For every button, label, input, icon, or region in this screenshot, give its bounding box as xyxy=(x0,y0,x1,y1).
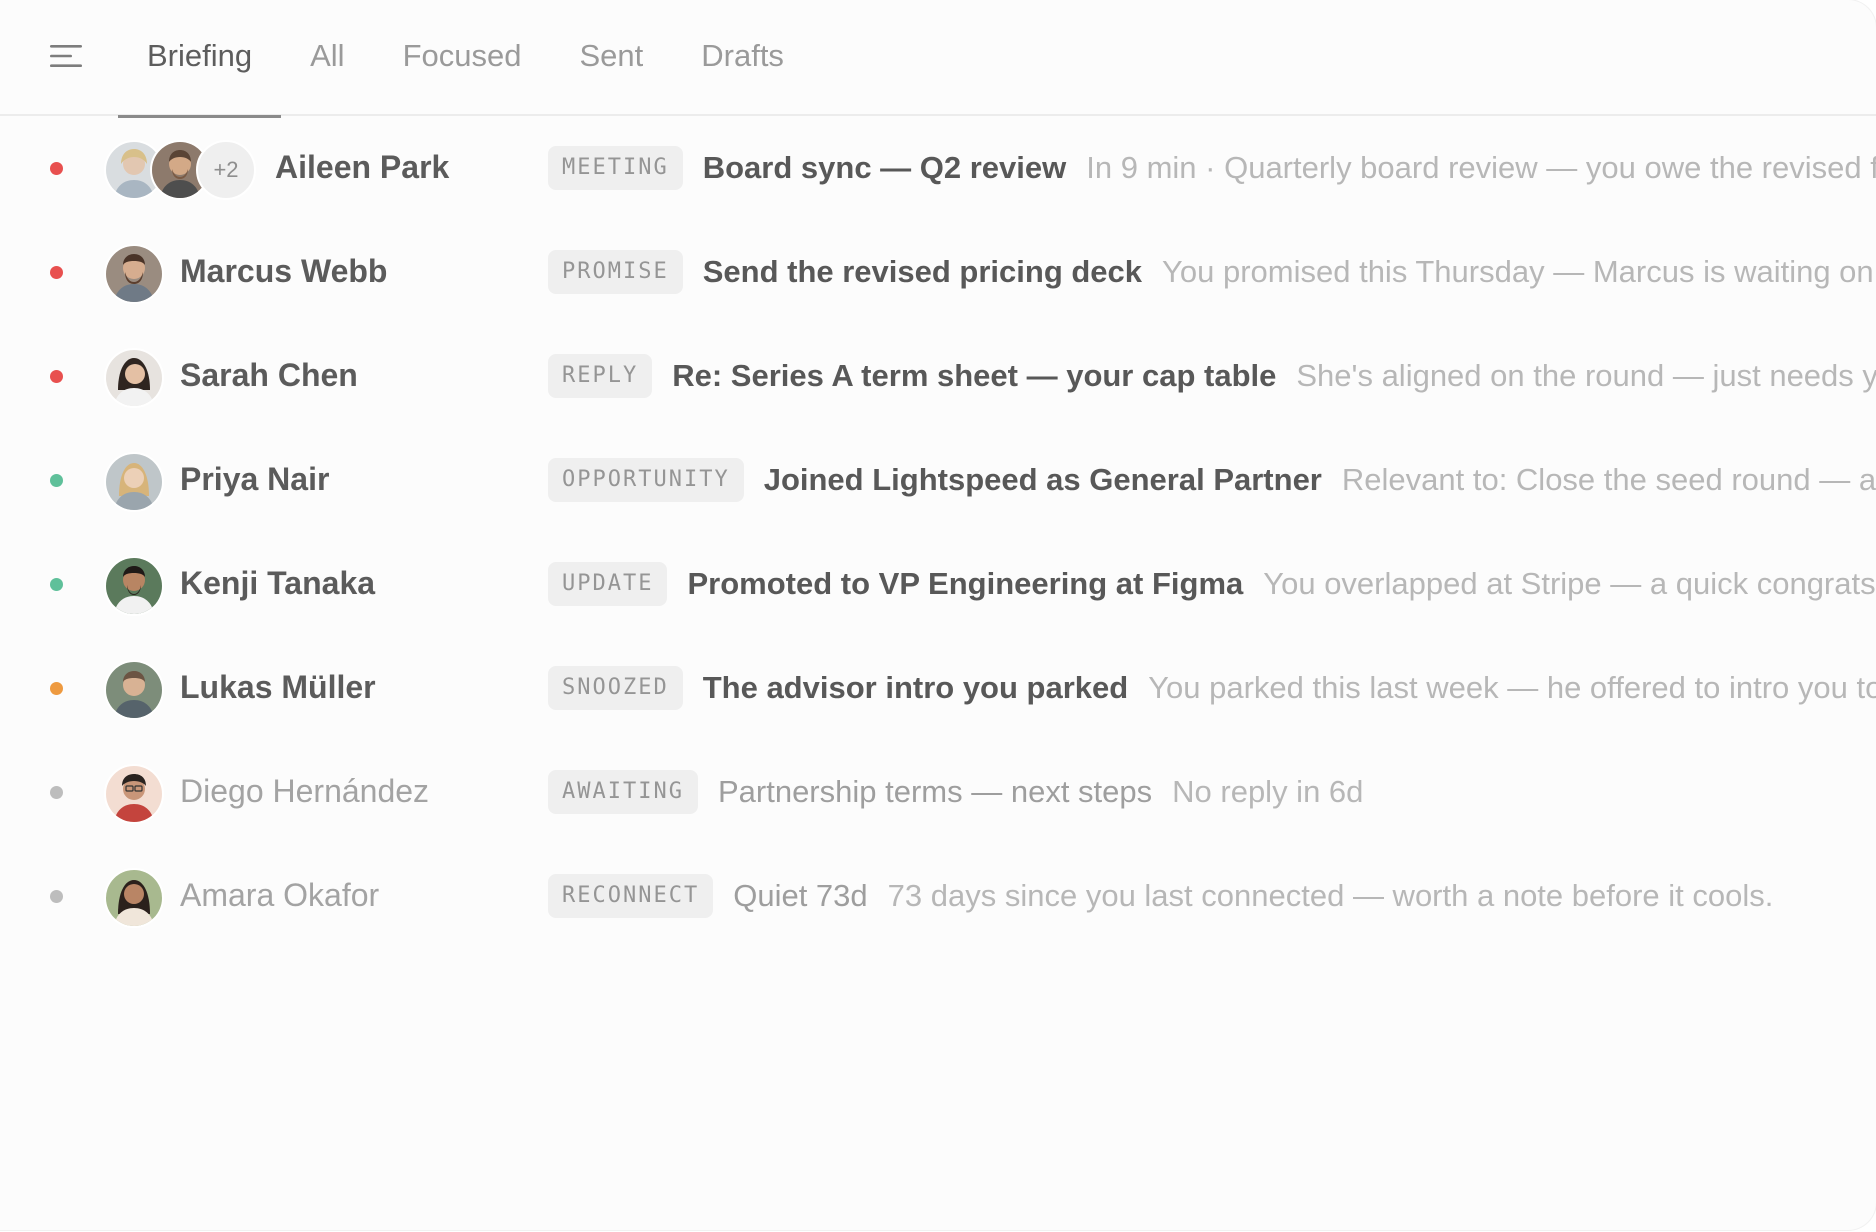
hamburger-menu-icon[interactable] xyxy=(48,42,84,70)
avatar xyxy=(104,660,164,720)
tab-list: Briefing All Focused Sent Drafts xyxy=(118,0,813,118)
item-preview: She's aligned on the round — just needs … xyxy=(1296,358,1876,393)
contact-name: Sarah Chen xyxy=(180,357,358,393)
item-content: AWAITING Partnership terms — next steps … xyxy=(548,740,1876,844)
item-content: UPDATE Promoted to VP Engineering at Fig… xyxy=(548,532,1876,636)
item-subject: Joined Lightspeed as General Partner xyxy=(763,462,1322,497)
item-subject: Promoted to VP Engineering at Figma xyxy=(687,566,1244,601)
contact-name: Amara Okafor xyxy=(180,877,380,913)
item-preview: You overlapped at Stripe — a quick congr… xyxy=(1263,566,1876,601)
tab-sent[interactable]: Sent xyxy=(550,0,672,116)
list-item[interactable]: Diego Hernández AWAITING Partnership ter… xyxy=(0,740,1876,844)
item-subject: Partnership terms — next steps xyxy=(717,774,1153,809)
item-content: OPPORTUNITY Joined Lightspeed as General… xyxy=(548,428,1876,532)
category-tag: MEETING xyxy=(548,146,683,190)
avatar xyxy=(104,764,164,824)
item-content: SNOOZED The advisor intro you parked You… xyxy=(548,636,1876,740)
contact-name: Kenji Tanaka xyxy=(180,565,376,601)
item-subject: Board sync — Q2 review xyxy=(702,150,1067,185)
contact-name: Lukas Müller xyxy=(180,669,376,705)
avatar xyxy=(104,556,164,616)
priority-dot xyxy=(50,162,63,175)
category-tag: UPDATE xyxy=(548,562,668,606)
item-subject: Send the revised pricing deck xyxy=(702,254,1143,289)
item-preview: You parked this last week — he offered t… xyxy=(1148,670,1876,705)
contact-name: Priya Nair xyxy=(180,461,330,497)
item-preview: You promised this Thursday — Marcus is w… xyxy=(1162,254,1876,289)
tab-briefing[interactable]: Briefing xyxy=(118,0,282,118)
list-item[interactable]: +2 Aileen Park MEETING Board sync — Q2 r… xyxy=(0,116,1876,220)
item-subject: The advisor intro you parked xyxy=(702,670,1129,705)
tab-focused[interactable]: Focused xyxy=(374,0,551,116)
avatar xyxy=(104,244,164,304)
item-preview: Relevant to: Close the seed round — a wa… xyxy=(1341,462,1876,497)
priority-dot xyxy=(50,578,63,591)
priority-dot xyxy=(50,474,63,487)
item-preview: 73 days since you last connected — worth… xyxy=(887,878,1774,913)
list-item[interactable]: Amara Okafor RECONNECT Quiet 73d 73 days… xyxy=(0,844,1876,948)
category-tag: PROMISE xyxy=(548,250,683,294)
category-tag: SNOOZED xyxy=(548,666,683,710)
category-tag: REPLY xyxy=(548,354,653,398)
list-item[interactable]: Marcus Webb PROMISE Send the revised pri… xyxy=(0,220,1876,324)
item-content: MEETING Board sync — Q2 review In 9 min … xyxy=(548,116,1876,220)
category-tag: AWAITING xyxy=(548,770,698,814)
priority-dot xyxy=(50,266,63,279)
briefing-list: +2 Aileen Park MEETING Board sync — Q2 r… xyxy=(0,116,1876,948)
priority-dot xyxy=(50,370,63,383)
item-content: RECONNECT Quiet 73d 73 days since you la… xyxy=(548,844,1876,948)
priority-dot xyxy=(50,890,63,903)
more-participants-badge: +2 xyxy=(196,140,256,200)
list-item[interactable]: Kenji Tanaka UPDATE Promoted to VP Engin… xyxy=(0,532,1876,636)
item-content: REPLY Re: Series A term sheet — your cap… xyxy=(548,324,1876,428)
inbox-window: Briefing All Focused Sent Drafts +2 Aile… xyxy=(0,0,1876,1230)
contact-name: Marcus Webb xyxy=(180,253,388,289)
item-preview: In 9 min · Quarterly board review — you … xyxy=(1086,150,1876,185)
item-preview: No reply in 6d xyxy=(1172,774,1364,809)
avatar xyxy=(104,452,164,512)
category-tag: OPPORTUNITY xyxy=(548,458,744,502)
contact-name: Diego Hernández xyxy=(180,773,430,809)
priority-dot xyxy=(50,786,63,799)
item-subject: Quiet 73d xyxy=(733,878,868,913)
list-item[interactable]: Lukas Müller SNOOZED The advisor intro y… xyxy=(0,636,1876,740)
priority-dot xyxy=(50,682,63,695)
tab-all[interactable]: All xyxy=(281,0,373,116)
list-item[interactable]: Sarah Chen REPLY Re: Series A term sheet… xyxy=(0,324,1876,428)
category-tag: RECONNECT xyxy=(548,874,714,918)
list-item[interactable]: Priya Nair OPPORTUNITY Joined Lightspeed… xyxy=(0,428,1876,532)
contact-name: Aileen Park xyxy=(275,149,450,185)
tab-bar: Briefing All Focused Sent Drafts xyxy=(0,0,1876,118)
item-content: PROMISE Send the revised pricing deck Yo… xyxy=(548,220,1876,324)
avatar xyxy=(104,348,164,408)
avatar xyxy=(104,868,164,928)
tab-drafts[interactable]: Drafts xyxy=(672,0,813,116)
item-subject: Re: Series A term sheet — your cap table xyxy=(672,358,1277,393)
